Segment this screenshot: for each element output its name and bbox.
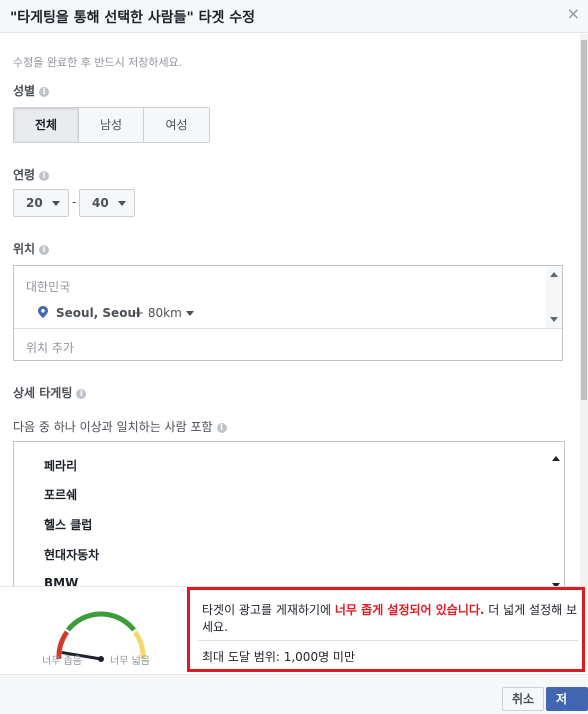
location-scrollbar[interactable] [546, 266, 562, 328]
list-item[interactable]: 현대자동차 [44, 546, 99, 563]
location-add-input[interactable]: 위치 추가 [26, 339, 74, 356]
list-item[interactable]: 포르쉐 [44, 486, 77, 503]
location-label: 위치 i [13, 240, 50, 257]
age-label-text: 연령 [13, 168, 36, 182]
location-radius-value: + 80km [134, 306, 182, 320]
divider [198, 640, 578, 641]
dialog-header: "타게팅을 통해 선택한 사람들" 타겟 수정 × [0, 0, 588, 33]
dialog-title: "타게팅을 통해 선택한 사람들" 타겟 수정 [10, 10, 256, 26]
location-label-text: 위치 [13, 242, 36, 256]
gauge-label-broad: 너무 넓음 [110, 656, 150, 667]
detailed-targeting-label-text: 상세 타게팅 [13, 386, 73, 400]
location-radius-dropdown[interactable]: + 80km [134, 306, 194, 320]
chevron-down-icon [52, 201, 60, 206]
gender-option-female[interactable]: 여성 [144, 108, 209, 142]
interest-list: 페라리 포르쉐 헬스 클럽 현대자동차 BMW [13, 441, 565, 586]
age-max-value: 40 [92, 196, 109, 210]
scroll-up-icon[interactable] [552, 456, 560, 461]
dialog-body[interactable]: 수정을 완료한 후 반드시 저장하세요. 성별 i 전체 남성 여성 연령 i 20… [0, 34, 588, 586]
list-item[interactable]: 페라리 [44, 457, 77, 474]
info-icon[interactable]: i [39, 170, 50, 181]
cancel-button[interactable]: 취소 [502, 687, 545, 711]
gender-option-all[interactable]: 전체 [14, 108, 79, 142]
interest-scrollbar[interactable] [548, 442, 564, 586]
warning-text: 타겟이 광고를 게재하기에 너무 좁게 설정되어 있습니다. 더 넓게 설정해 … [202, 602, 582, 636]
warning-prefix: 타겟이 광고를 게재하기에 [202, 603, 335, 617]
age-label: 연령 i [13, 166, 50, 183]
chevron-down-icon [185, 311, 194, 316]
info-icon[interactable]: i [76, 388, 87, 399]
potential-reach: 최대 도달 범위: 1,000명 미만 [202, 650, 356, 664]
age-min-select[interactable]: 20 [13, 189, 69, 217]
detailed-targeting-label: 상세 타게팅 i [13, 384, 87, 401]
list-item[interactable]: BMW [44, 576, 78, 586]
age-max-select[interactable]: 40 [79, 189, 135, 217]
location-country: 대한민국 [26, 280, 71, 294]
include-label-text: 다음 중 하나 이상과 일치하는 사람 포함 [13, 420, 213, 434]
info-icon[interactable]: i [39, 244, 50, 255]
chevron-down-icon [118, 201, 126, 206]
dialog-scrollbar[interactable] [580, 34, 588, 586]
save-button[interactable]: 저장 [546, 687, 588, 711]
include-label: 다음 중 하나 이상과 일치하는 사람 포함 i [13, 418, 227, 435]
save-hint: 수정을 완료한 후 반드시 저장하세요. [13, 56, 183, 69]
warning-strong: 너무 좁게 설정되어 있습니다. [334, 603, 485, 617]
divider [14, 328, 562, 329]
gender-label-text: 성별 [13, 84, 36, 98]
audience-warning: 타겟이 광고를 게재하기에 너무 좁게 설정되어 있습니다. 더 넓게 설정해 … [187, 587, 585, 672]
close-icon[interactable]: × [567, 6, 580, 22]
info-icon[interactable]: i [39, 86, 50, 97]
age-min-value: 20 [26, 196, 43, 210]
gauge-label-narrow: 너무 좁음 [42, 656, 82, 667]
location-city[interactable]: Seoul, Seoul [56, 306, 140, 320]
scroll-up-icon[interactable] [550, 272, 558, 277]
scrollbar-thumb[interactable] [581, 40, 587, 400]
gender-label: 성별 i [13, 82, 50, 99]
location-box: 대한민국 Seoul, Seoul + 80km 위치 추가 [13, 265, 563, 361]
gender-option-male[interactable]: 남성 [79, 108, 144, 142]
info-icon[interactable]: i [216, 422, 227, 433]
scroll-down-icon[interactable] [550, 317, 558, 322]
list-item[interactable]: 헬스 클럽 [44, 516, 92, 533]
map-pin-icon [38, 306, 48, 318]
dialog-footer: 취소 저장 [0, 674, 588, 714]
age-separator: - [72, 195, 77, 209]
gender-selector: 전체 남성 여성 [13, 107, 210, 143]
